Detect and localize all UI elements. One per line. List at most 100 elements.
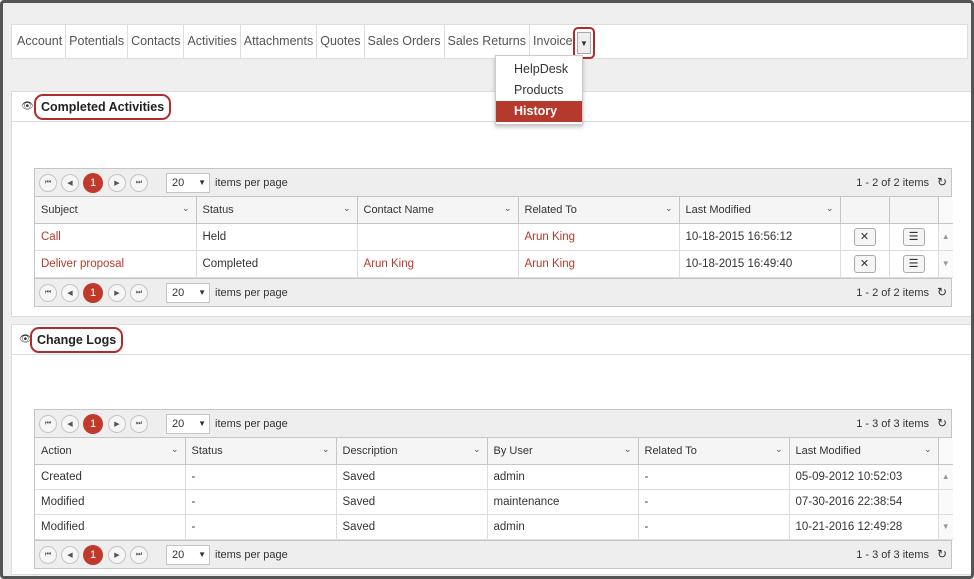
menu-icon[interactable]: ☰ bbox=[902, 254, 925, 273]
chevron-down-icon[interactable]: ⌄ bbox=[665, 203, 673, 214]
scrollbar-header bbox=[938, 438, 953, 465]
related-to-link[interactable]: Arun King bbox=[518, 250, 680, 278]
next-page-icon[interactable]: ▶ bbox=[108, 545, 126, 564]
tab-attachments[interactable]: Attachments bbox=[241, 25, 318, 58]
next-page-icon[interactable]: ▶ bbox=[108, 174, 126, 192]
menu-item-helpdesk[interactable]: HelpDesk bbox=[496, 59, 582, 80]
action-cell: Created bbox=[35, 464, 186, 490]
pager-info: 1 - 3 of 3 items bbox=[856, 548, 929, 561]
items-per-page-label: items per page bbox=[215, 418, 288, 430]
refresh-icon[interactable]: ↻ bbox=[937, 285, 947, 299]
status-cell: - bbox=[185, 514, 337, 540]
last-modified-cell: 10-18-2015 16:56:12 bbox=[679, 223, 841, 251]
column-header-subject[interactable]: Subject ⌄ bbox=[35, 197, 197, 224]
column-header-by-user[interactable]: By User ⌄ bbox=[487, 438, 639, 465]
last-page-icon[interactable]: ⏭ bbox=[130, 545, 148, 564]
chevron-down-icon[interactable]: ⌄ bbox=[343, 203, 351, 214]
tab-account[interactable]: Account bbox=[12, 25, 67, 58]
tab-sales-orders[interactable]: Sales Orders bbox=[365, 25, 445, 58]
next-page-icon[interactable]: ▶ bbox=[108, 415, 126, 433]
last-page-icon[interactable]: ⏭ bbox=[130, 283, 148, 302]
column-header-delete bbox=[840, 197, 890, 224]
subject-link[interactable]: Call bbox=[35, 223, 197, 251]
menu-icon[interactable]: ☰ bbox=[902, 227, 925, 246]
last-page-icon[interactable]: ⏭ bbox=[130, 415, 148, 433]
window-frame: Account Potentials Contacts Activities A… bbox=[0, 0, 974, 579]
chevron-down-icon[interactable]: ⌄ bbox=[624, 444, 632, 455]
scroll-up-arrow[interactable]: ▲ bbox=[938, 464, 953, 490]
subject-link[interactable]: Deliver proposal bbox=[35, 250, 197, 278]
current-page[interactable]: 1 bbox=[83, 414, 103, 434]
tab-activities[interactable]: Activities bbox=[184, 25, 241, 58]
eye-icon[interactable]: 👁 bbox=[21, 101, 34, 112]
items-per-page-label: items per page bbox=[215, 548, 288, 561]
menu-item-history[interactable]: History bbox=[496, 101, 582, 122]
column-header-related-to[interactable]: Related To ⌄ bbox=[638, 438, 790, 465]
scroll-up-arrow[interactable]: ▲ bbox=[938, 223, 953, 251]
last-page-icon[interactable]: ⏭ bbox=[130, 174, 148, 192]
chevron-down-icon[interactable]: ⌄ bbox=[924, 444, 932, 455]
section-title: Change Logs bbox=[30, 327, 124, 353]
chevron-down-icon[interactable]: ⌄ bbox=[473, 444, 481, 455]
column-header-description[interactable]: Description ⌄ bbox=[336, 438, 488, 465]
current-page[interactable]: 1 bbox=[83, 282, 103, 303]
related-tabs: Account Potentials Contacts Activities A… bbox=[11, 24, 968, 59]
close-icon[interactable]: ✕ bbox=[853, 227, 876, 246]
page-size-select[interactable]: 20 ▼ bbox=[166, 173, 210, 193]
description-cell: Saved bbox=[336, 489, 488, 515]
scroll-down-arrow[interactable]: ▼ bbox=[938, 514, 953, 540]
tab-contacts[interactable]: Contacts bbox=[128, 25, 185, 58]
first-page-icon[interactable]: ⏮ bbox=[39, 174, 57, 192]
prev-page-icon[interactable]: ◀ bbox=[61, 545, 79, 564]
related-to-cell: - bbox=[638, 514, 790, 540]
column-header-related-to[interactable]: Related To ⌄ bbox=[518, 197, 680, 224]
refresh-icon[interactable]: ↻ bbox=[937, 547, 947, 561]
chevron-down-icon[interactable]: ⌄ bbox=[504, 203, 512, 214]
prev-page-icon[interactable]: ◀ bbox=[61, 415, 79, 433]
first-page-icon[interactable]: ⏮ bbox=[39, 545, 57, 564]
scrollbar-header bbox=[938, 197, 953, 224]
contact-cell[interactable] bbox=[357, 223, 519, 251]
pager-info: 1 - 2 of 2 items bbox=[856, 177, 929, 189]
column-header-action[interactable]: Action ⌄ bbox=[35, 438, 186, 465]
page-size-select[interactable]: 20 ▼ bbox=[166, 414, 210, 434]
action-cell: Modified bbox=[35, 514, 186, 540]
menu-item-products[interactable]: Products bbox=[496, 80, 582, 101]
current-page[interactable]: 1 bbox=[83, 544, 103, 565]
scrollbar-track[interactable] bbox=[938, 489, 953, 515]
chevron-down-icon: ▼ bbox=[198, 287, 206, 297]
refresh-icon[interactable]: ↻ bbox=[937, 175, 947, 189]
column-header-last-modified[interactable]: Last Modified ⌄ bbox=[679, 197, 841, 224]
table-row: Created - Saved admin - 05-09-2012 10:52… bbox=[35, 464, 953, 490]
related-to-link[interactable]: Arun King bbox=[518, 223, 680, 251]
page-size-select[interactable]: 20 ▼ bbox=[166, 282, 210, 303]
scroll-down-arrow[interactable]: ▼ bbox=[938, 250, 953, 278]
chevron-down-icon[interactable]: ⌄ bbox=[171, 444, 179, 455]
column-header-contact-name[interactable]: Contact Name ⌄ bbox=[357, 197, 519, 224]
user-cell: maintenance bbox=[487, 489, 639, 515]
first-page-icon[interactable]: ⏮ bbox=[39, 283, 57, 302]
tab-sales-returns[interactable]: Sales Returns bbox=[445, 25, 531, 58]
contact-link[interactable]: Arun King bbox=[357, 250, 519, 278]
tab-potentials[interactable]: Potentials bbox=[66, 25, 129, 58]
page-size-select[interactable]: 20 ▼ bbox=[166, 544, 210, 565]
current-page[interactable]: 1 bbox=[83, 173, 103, 193]
first-page-icon[interactable]: ⏮ bbox=[39, 415, 57, 433]
refresh-icon[interactable]: ↻ bbox=[937, 416, 947, 430]
chevron-down-icon[interactable]: ⌄ bbox=[182, 203, 190, 214]
prev-page-icon[interactable]: ◀ bbox=[61, 283, 79, 302]
description-cell: Saved bbox=[336, 464, 488, 490]
table-row: Modified - Saved admin - 10-21-2016 12:4… bbox=[35, 514, 953, 540]
last-modified-cell: 07-30-2016 22:38:54 bbox=[789, 489, 939, 515]
prev-page-icon[interactable]: ◀ bbox=[61, 174, 79, 192]
grid-pager-top: ⏮ ◀ 1 ▶ ⏭ 20 ▼ items per page 1 - 2 of 2 … bbox=[35, 169, 951, 197]
close-icon[interactable]: ✕ bbox=[853, 254, 876, 273]
column-header-status[interactable]: Status ⌄ bbox=[185, 438, 337, 465]
column-header-status[interactable]: Status ⌄ bbox=[196, 197, 358, 224]
column-header-last-modified[interactable]: Last Modified ⌄ bbox=[789, 438, 939, 465]
chevron-down-icon[interactable]: ⌄ bbox=[775, 444, 783, 455]
chevron-down-icon[interactable]: ⌄ bbox=[826, 203, 834, 214]
tab-quotes[interactable]: Quotes bbox=[317, 25, 365, 58]
next-page-icon[interactable]: ▶ bbox=[108, 283, 126, 302]
chevron-down-icon[interactable]: ⌄ bbox=[322, 444, 330, 455]
